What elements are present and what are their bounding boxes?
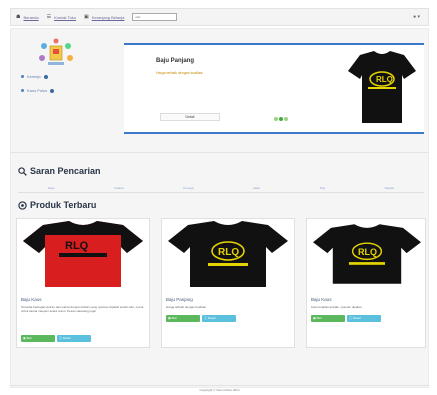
svg-text:RLQ: RLQ (376, 75, 393, 84)
product-actions: ▣ Beli ⓘ Detail (166, 315, 238, 322)
buy-button[interactable]: ▣ Beli (21, 335, 55, 342)
store-logo (39, 38, 73, 65)
nav-home[interactable]: ☗ Beranda (16, 14, 39, 20)
bullet-icon (21, 75, 24, 78)
nav-contact-label: Kontak Toko (54, 14, 77, 20)
product-actions: ▣ Beli ⓘ Detail (311, 315, 383, 322)
list-icon: ☰ (46, 14, 52, 20)
info-icon (43, 74, 48, 79)
detail-button[interactable]: ⓘ Detail (202, 315, 236, 322)
sidebar-item-label: Kemeja (27, 74, 41, 79)
featured-slider: Baju Panjang Harga terbaik dengan kualit… (124, 43, 424, 134)
category-link[interactable]: Celana (114, 186, 124, 190)
top-navbar: ☗ Beranda ☰ Kontak Toko ▣ Keranjang Bela… (10, 8, 429, 26)
products-section-title: Produk Terbaru (18, 200, 96, 210)
slide-dot[interactable] (279, 117, 283, 121)
product-name[interactable]: Baju Kaos (21, 297, 42, 302)
nav-cart-label: Keranjang Belanja (91, 14, 125, 20)
category-link[interactable]: Kaos (48, 186, 55, 190)
tshirt-image: RLQ (348, 51, 416, 123)
slide-detail-button[interactable]: Detail (160, 113, 220, 121)
product-description: Harga terbaik dengan kualitas (166, 305, 206, 309)
product-card: RLQ Baju Kaos Kaos kualitas terbaik, nya… (306, 218, 426, 348)
sidebar: Kemeja Kaos Polos (14, 36, 109, 144)
slider-pagination (274, 117, 289, 121)
cart-icon: ▣ (84, 14, 89, 20)
category-link[interactable]: Topi (320, 186, 326, 190)
category-link[interactable]: Sepatu (385, 186, 395, 190)
info-icon (50, 88, 55, 93)
buy-button-label: Beli (26, 336, 32, 340)
search-input[interactable]: cari (132, 13, 178, 21)
product-image[interactable]: RLQ (23, 221, 143, 287)
products-section-label: Produk Terbaru (30, 200, 97, 210)
nav-cart[interactable]: ▣ Keranjang Belanja (84, 14, 124, 20)
category-link[interactable]: Kemeja (183, 186, 193, 190)
buy-button-label: Beli (171, 316, 177, 320)
slide-dot[interactable] (274, 117, 278, 121)
home-icon: ☗ (16, 14, 21, 20)
sidebar-item-kemeja[interactable]: Kemeja (18, 74, 48, 79)
footer-text: Copyright © Toko Online 2014 (199, 388, 240, 392)
buy-button[interactable]: ▣ Beli (311, 315, 345, 322)
buy-button[interactable]: ▣ Beli (166, 315, 200, 322)
product-description: Kaos kualitas terbaik, nyaman dipakai (311, 305, 362, 309)
nav-contact[interactable]: ☰ Kontak Toko (47, 14, 76, 20)
product-card: RLQ Baju Kaos Tersedia berbagai ukuran d… (16, 218, 150, 348)
slide-dot[interactable] (284, 117, 288, 121)
category-list: Kaos Celana Kemeja Jaket Topi Sepatu (18, 186, 424, 193)
product-image[interactable]: RLQ (313, 221, 421, 287)
svg-text:RLQ: RLQ (218, 247, 239, 258)
clock-icon (18, 200, 27, 210)
bullet-icon (21, 89, 24, 92)
product-description: Tersedia berbagai ukuran dan warna denga… (21, 305, 144, 313)
divider (10, 152, 429, 153)
category-link[interactable]: Jaket (253, 186, 260, 190)
user-icon[interactable]: ● ▾ (413, 14, 420, 20)
product-actions: ▣ Beli ⓘ Detail (21, 335, 93, 342)
buy-button-label: Beli (316, 316, 322, 320)
slide-title: Baju Panjang (156, 58, 195, 64)
slide-description: Harga terbaik dengan kualitas (156, 71, 203, 75)
detail-button[interactable]: ⓘ Detail (347, 315, 381, 322)
sidebar-item-kaos[interactable]: Kaos Polos (18, 88, 55, 93)
product-image[interactable]: RLQ (168, 221, 288, 287)
detail-button-label: Detail (352, 316, 361, 320)
svg-text:RLQ: RLQ (65, 240, 89, 252)
detail-button-label: Detail (207, 316, 216, 320)
search-section-title: Saran Pencarian (18, 166, 101, 176)
sidebar-item-label: Kaos Polos (27, 88, 48, 93)
detail-button-label: Detail (62, 336, 71, 340)
detail-button[interactable]: ⓘ Detail (57, 335, 91, 342)
search-section-label: Saran Pencarian (30, 166, 101, 176)
product-card: RLQ Baju Panjang Harga terbaik dengan ku… (161, 218, 295, 348)
nav-home-label: Beranda (23, 14, 39, 20)
search-icon (18, 166, 27, 176)
product-name[interactable]: Baju Kaos (311, 297, 332, 302)
product-name[interactable]: Baju Panjang (166, 297, 193, 302)
footer-divider (10, 385, 429, 386)
svg-text:RLQ: RLQ (358, 247, 377, 257)
